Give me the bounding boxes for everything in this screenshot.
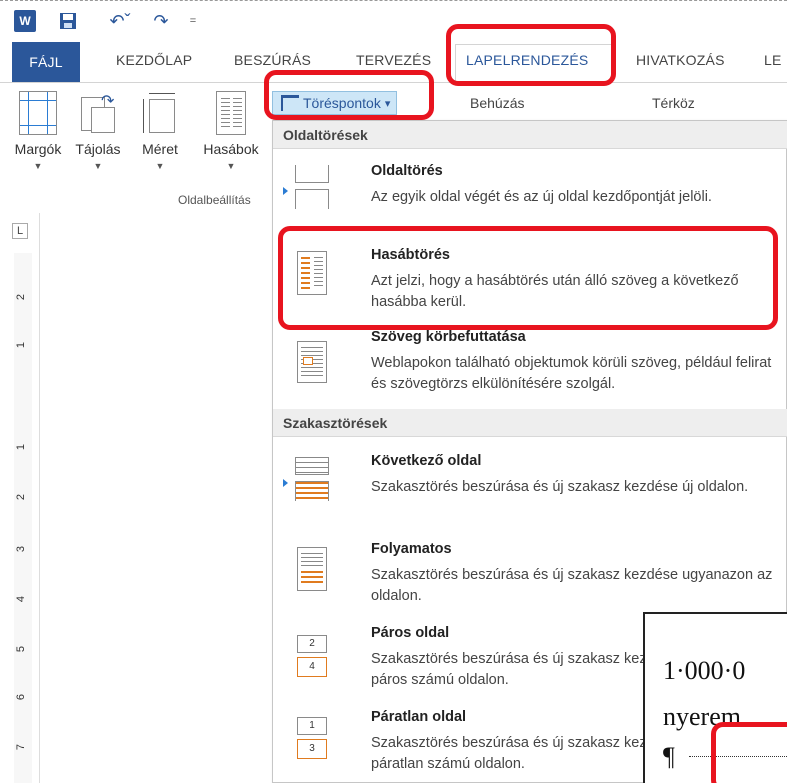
menu-item-description: Az egyik oldal végét és az új oldal kezd… — [371, 189, 712, 205]
page-break-icon — [283, 165, 329, 209]
menu-item-description: Szakasztörés beszúrása és új szakasz kez… — [371, 567, 773, 604]
undo-icon[interactable]: ↶ˇ — [102, 10, 138, 32]
even-icon-num: 2 — [297, 635, 327, 653]
menu-item-title: Oldaltörés — [371, 163, 443, 179]
tab-home[interactable]: KEZDŐLAP — [116, 52, 192, 68]
columns-icon — [216, 91, 246, 135]
menu-item-page-break[interactable]: Oldaltörés Az egyik oldal végét és az új… — [273, 157, 787, 227]
ruler-number: 5 — [15, 645, 28, 653]
section-breaks-header: Szakasztörések — [273, 409, 787, 437]
menu-item-description: Weblapokon található objektumok körüli s… — [371, 355, 772, 392]
even-icon-num: 4 — [297, 657, 327, 677]
menu-item-text-wrapping[interactable]: Szöveg körbefuttatása Weblapokon találha… — [273, 325, 787, 409]
chevron-down-icon: ▼ — [33, 161, 43, 171]
tab-file[interactable]: FÁJL — [12, 42, 80, 82]
document-text-line: 1·000·0 — [663, 656, 746, 685]
page-breaks-header: Oldaltörések — [273, 121, 787, 149]
orientation-label: Tájolás — [75, 141, 121, 157]
menu-item-description: Azt jelzi, hogy a hasábtörés után álló s… — [371, 273, 739, 310]
section-break-line — [689, 756, 787, 757]
ruler-number: 2 — [15, 293, 28, 301]
tab-page-layout[interactable]: LAPELRENDEZÉS — [466, 52, 588, 82]
size-icon — [141, 91, 179, 135]
ruler-strip — [14, 253, 32, 783]
tab-design[interactable]: TERVEZÉS — [356, 52, 431, 68]
size-button[interactable]: Méret ▼ — [128, 85, 192, 171]
quick-access-toolbar: W ↶ˇ ↷ = — [0, 0, 787, 40]
breaks-label: Töréspontok — [303, 95, 381, 111]
menu-item-next-page[interactable]: Következő oldal Szakasztörés beszúrása é… — [273, 445, 787, 529]
menu-item-title: Következő oldal — [371, 453, 482, 469]
margins-icon — [19, 91, 57, 135]
ruler-number: 1 — [15, 443, 28, 451]
columns-button[interactable]: Hasábok ▼ — [196, 85, 266, 171]
margins-button[interactable]: Margók ▼ — [6, 85, 70, 171]
page-setup-group-label: Oldalbeállítás — [178, 193, 251, 207]
tab-mailings-partial[interactable]: LE — [764, 52, 782, 68]
columns-label: Hasábok — [203, 141, 259, 157]
tab-references[interactable]: HIVATKOZÁS — [636, 52, 725, 68]
odd-icon-num: 1 — [297, 717, 327, 735]
text-wrapping-icon — [295, 341, 329, 383]
ruler-number: 6 — [15, 693, 28, 701]
document-text-line: nyerem — [663, 702, 741, 731]
orientation-button[interactable]: ↷ Tájolás ▼ — [66, 85, 130, 171]
size-label: Méret — [142, 141, 178, 157]
odd-icon-num: 3 — [297, 739, 327, 759]
next-page-break-icon — [283, 457, 329, 501]
indent-label: Behúzás — [470, 95, 525, 111]
ruler-number: 2 — [15, 493, 28, 501]
pilcrow-mark: ¶ — [663, 742, 675, 771]
menu-item-title: Páratlan oldal — [371, 709, 467, 725]
vertical-ruler: L 2 1 1 2 3 4 5 6 7 — [0, 213, 40, 783]
menu-item-title: Szöveg körbefuttatása — [371, 329, 526, 345]
menu-item-column-break[interactable]: Hasábtörés Azt jelzi, hogy a hasábtörés … — [273, 239, 787, 321]
chevron-down-icon: ▼ — [226, 161, 236, 171]
tab-selector[interactable]: L — [12, 223, 28, 239]
menu-item-title: Folyamatos — [371, 541, 452, 557]
document-page[interactable] — [41, 213, 271, 783]
ruler-number: 3 — [15, 545, 28, 553]
word-icon: W — [14, 10, 36, 32]
orientation-icon: ↷ — [79, 91, 117, 135]
ruler-number: 1 — [15, 341, 28, 349]
menu-item-title: Hasábtörés — [371, 247, 450, 263]
menu-item-continuous[interactable]: Folyamatos Szakasztörés beszúrása és új … — [273, 533, 787, 617]
ribbon-tab-bar: FÁJL KEZDŐLAP BESZÚRÁS TERVEZÉS HIVATKOZ… — [0, 40, 787, 83]
continuous-break-icon — [295, 547, 329, 591]
redo-icon[interactable]: ↷ — [148, 10, 174, 32]
document-snippet: 1·000·0 nyerem ¶ — [643, 612, 787, 783]
tab-insert[interactable]: BESZÚRÁS — [234, 52, 311, 68]
chevron-down-icon: ▼ — [93, 161, 103, 171]
chevron-down-icon: ▾ — [384, 97, 391, 110]
menu-item-description: Szakasztörés beszúrása és új szakasz kez… — [371, 479, 749, 495]
breaks-icon — [281, 95, 299, 111]
odd-page-break-icon: 1 3 — [295, 717, 329, 759]
chevron-down-icon: ▼ — [155, 161, 165, 171]
ruler-number: 7 — [15, 743, 28, 751]
ruler-number: 4 — [15, 595, 28, 603]
save-icon[interactable] — [58, 10, 78, 32]
breaks-button[interactable]: Töréspontok ▾ — [272, 91, 398, 115]
even-page-break-icon: 2 4 — [295, 635, 329, 677]
spacing-label: Térköz — [652, 95, 695, 111]
column-break-icon — [295, 251, 329, 295]
menu-item-title: Páros oldal — [371, 625, 450, 641]
customize-arrow-icon[interactable]: = — [186, 10, 200, 32]
margins-label: Margók — [14, 141, 62, 157]
